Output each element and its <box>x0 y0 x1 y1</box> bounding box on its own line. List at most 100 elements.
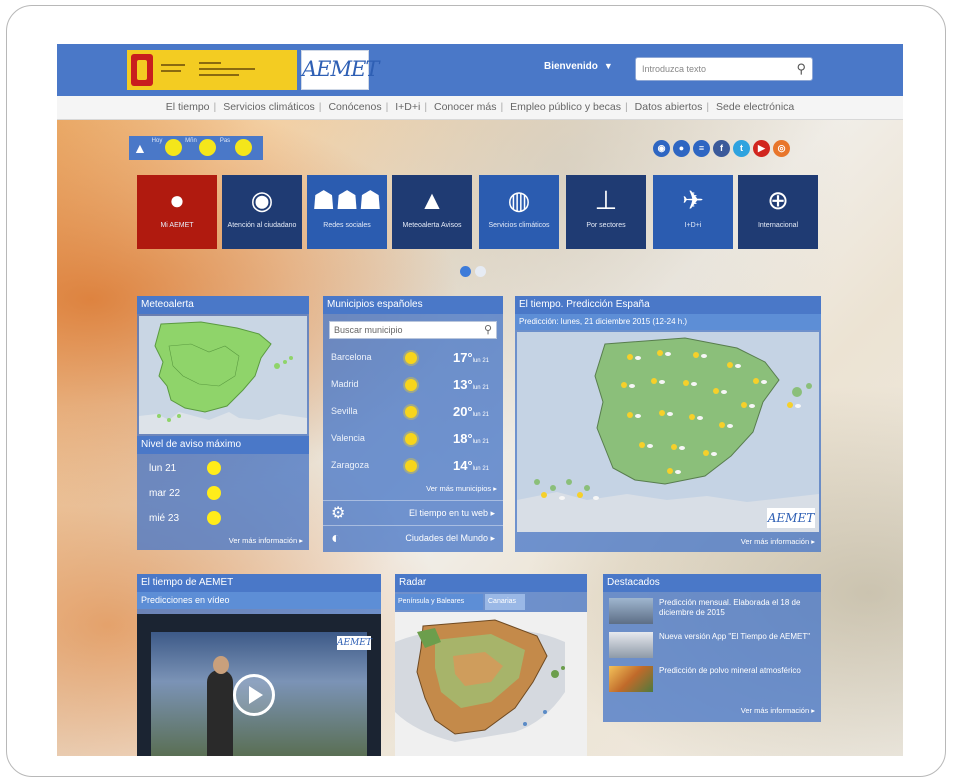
destacados-more-link[interactable]: Ver más información ▸ <box>741 706 815 715</box>
alert-day-row[interactable]: lun 21 <box>137 456 309 481</box>
municipios-panel: Municipios españoles Buscar municipio ⚲ … <box>323 296 503 552</box>
tile-label: Internacional <box>757 222 799 229</box>
tile-mi-aemet[interactable]: ● Mi AEMET <box>137 175 217 249</box>
city-row[interactable]: Madrid 13°lun 21 <box>323 371 503 398</box>
aemet-logo[interactable]: AEMET <box>301 50 379 90</box>
rss-icon[interactable]: ◉ <box>653 140 670 157</box>
twitter-icon[interactable]: t <box>733 140 750 157</box>
panel-title[interactable]: El tiempo de AEMET <box>137 574 381 592</box>
forecast-map[interactable]: AEMET <box>517 332 819 532</box>
spain-shield-icon <box>131 54 153 86</box>
news-item[interactable]: Predicción de polvo mineral atmosférico <box>609 664 815 694</box>
alert-day-label: lun 21 <box>149 463 177 474</box>
youtube-icon[interactable]: ▶ <box>753 140 770 157</box>
meteoalerta-panel: Meteoalerta Nivel de aviso máximo lun 21… <box>137 296 309 550</box>
carousel-dot-active[interactable] <box>460 266 471 277</box>
city-row[interactable]: Barcelona 17°lun 21 <box>323 344 503 371</box>
city-name: Sevilla <box>331 406 358 416</box>
city-row[interactable]: Zaragoza 14°lun 21 <box>323 452 503 479</box>
alert-day-row[interactable]: mié 23 <box>137 506 309 531</box>
search-input[interactable]: Introduzca texto ⚲ <box>635 57 813 81</box>
nav-item-idi[interactable]: I+D+i <box>392 101 423 113</box>
carousel-dot[interactable] <box>475 266 486 277</box>
top-bar: AEMET Bienvenido ▼ Introduzca texto ⚲ <box>57 44 903 96</box>
city-name: Zaragoza <box>331 460 370 470</box>
welcome-menu[interactable]: Bienvenido ▼ <box>544 61 613 72</box>
warning-level-dot <box>235 139 252 156</box>
sun-icon <box>405 460 417 472</box>
warning-icon: ▲ <box>133 140 147 156</box>
meteoalerta-more-link[interactable]: Ver más información ▸ <box>229 536 303 545</box>
world-search-icon: ⊕ <box>767 185 789 215</box>
panel-title[interactable]: Radar <box>395 574 587 592</box>
tile-meteoalerta-avisos[interactable]: ▲ Meteoalerta Avisos <box>392 175 472 249</box>
chat-icon[interactable]: ● <box>673 140 690 157</box>
city-row[interactable]: Sevilla 20°lun 21 <box>323 398 503 425</box>
tile-idi[interactable]: ✈ I+D+i <box>653 175 733 249</box>
spain-forecast-map <box>517 332 819 532</box>
nav-item-conocenos[interactable]: Conócenos <box>325 101 384 113</box>
nav-item-datos-abiertos[interactable]: Datos abiertos <box>632 101 706 113</box>
nav-item-conocer-mas[interactable]: Conocer más <box>431 101 499 113</box>
aemet-video-logo: AEMET <box>337 636 372 650</box>
prediccion-more-link[interactable]: Ver más información ▸ <box>741 537 815 546</box>
radar-tab-canarias[interactable]: Canarias <box>485 594 525 610</box>
municipios-more-link[interactable]: Ver más municipios ▸ <box>426 484 497 493</box>
prediccion-panel: El tiempo. Predicción España Predicción:… <box>515 296 821 552</box>
podcast-icon[interactable]: ◎ <box>773 140 790 157</box>
nav-item-empleo[interactable]: Empleo público y becas <box>507 101 624 113</box>
city-row[interactable]: Valencia 18°lun 21 <box>323 425 503 452</box>
radar-map-image <box>395 612 587 756</box>
nav-item-servicios-climaticos[interactable]: Servicios climáticos <box>220 101 318 113</box>
radar-map[interactable] <box>395 612 587 756</box>
globe-icon: ◐ <box>331 530 341 547</box>
search-placeholder: Introduzca texto <box>642 64 707 74</box>
tile-atencion-ciudadano[interactable]: ◉ Atención al ciudadano <box>222 175 302 249</box>
municipio-search-placeholder: Buscar municipio <box>334 325 403 335</box>
main-navigation: El tiempo | Servicios climáticos | Conócen… <box>57 96 903 120</box>
tile-servicios-climaticos[interactable]: ◍ Servicios climáticos <box>479 175 559 249</box>
tile-label: I+D+i <box>684 222 702 229</box>
tile-label: Redes sociales <box>323 222 371 229</box>
warning-day-label: Pas <box>219 138 231 144</box>
government-logo[interactable] <box>127 50 297 90</box>
panel-title[interactable]: Municipios españoles <box>323 296 503 314</box>
alert-level-subtitle: Nivel de aviso máximo <box>137 436 309 454</box>
news-thumbnail <box>609 632 653 658</box>
video-player[interactable]: AEMET <box>137 614 381 756</box>
nav-item-el-tiempo[interactable]: El tiempo <box>163 101 213 113</box>
news-item[interactable]: Predicción mensual. Elaborada el 18 de d… <box>609 596 815 626</box>
city-name: Madrid <box>331 379 359 389</box>
municipio-search-input[interactable]: Buscar municipio ⚲ <box>329 321 497 339</box>
spain-warnings-map <box>139 316 307 434</box>
alert-day-label: mié 23 <box>149 513 180 524</box>
facebook-icon[interactable]: f <box>713 140 730 157</box>
tiempo-en-tu-web-link[interactable]: ⚙ El tiempo en tu web ▸ <box>323 500 503 524</box>
alert-level-dot <box>207 511 221 525</box>
alert-day-label: mar 22 <box>149 488 181 499</box>
radar-tab-peninsula[interactable]: Península y Baleares <box>395 594 483 610</box>
warnings-map[interactable] <box>139 316 307 434</box>
tile-por-sectores[interactable]: ⊥ Por sectores <box>566 175 646 249</box>
tile-label: Por sectores <box>586 222 626 229</box>
panel-title[interactable]: El tiempo. Predicción España <box>515 296 821 314</box>
panel-title[interactable]: Destacados <box>603 574 821 592</box>
newsletter-icon[interactable]: ≡ <box>693 140 710 157</box>
news-thumbnail <box>609 666 653 692</box>
news-item[interactable]: Nueva versión App "El Tiempo de AEMET" <box>609 630 815 660</box>
ciudades-del-mundo-link[interactable]: ◐ Ciudades del Mundo ▸ <box>323 525 503 549</box>
aemet-homepage: AEMET Bienvenido ▼ Introduzca texto ⚲ El … <box>57 44 903 756</box>
news-thumbnail <box>609 598 653 624</box>
search-icon[interactable]: ⚲ <box>484 323 492 336</box>
gear-icon: ⚙ <box>331 505 346 522</box>
tile-redes-sociales[interactable]: ☗☗☗ Redes sociales <box>307 175 387 249</box>
tile-internacional[interactable]: ⊕ Internacional <box>738 175 818 249</box>
nav-item-sede-electronica[interactable]: Sede electrónica <box>713 101 797 113</box>
globe-icon: ◍ <box>507 185 531 215</box>
warnings-strip[interactable]: ▲ Hoy Mñn Pas <box>129 136 263 160</box>
search-icon[interactable]: ⚲ <box>796 61 806 77</box>
panel-title[interactable]: Meteoalerta <box>137 296 309 314</box>
destacados-panel: Destacados Predicción mensual. Elaborada… <box>603 574 821 722</box>
alert-day-row[interactable]: mar 22 <box>137 481 309 506</box>
sun-icon <box>405 433 417 445</box>
